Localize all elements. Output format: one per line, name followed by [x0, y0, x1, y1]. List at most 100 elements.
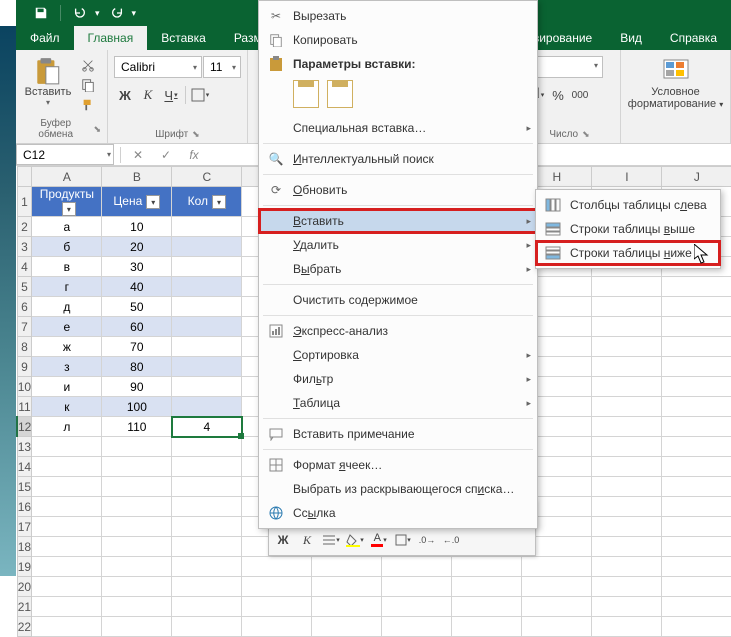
row-header[interactable]: 2 [17, 217, 32, 237]
cell[interactable] [592, 437, 662, 457]
cell[interactable] [172, 317, 242, 337]
cell[interactable] [662, 357, 731, 377]
cell[interactable]: ж [32, 337, 102, 357]
ctx-delete[interactable]: Удалить▸ [259, 233, 537, 257]
cell[interactable] [242, 557, 312, 577]
cell[interactable] [592, 337, 662, 357]
tab-insert[interactable]: Вставка [147, 26, 220, 50]
cell[interactable] [662, 477, 731, 497]
cell[interactable] [592, 357, 662, 377]
cell[interactable] [592, 417, 662, 437]
table-header-cell[interactable]: Цена▾ [102, 187, 172, 217]
cell[interactable] [592, 377, 662, 397]
cell[interactable]: 60 [102, 317, 172, 337]
cell[interactable] [592, 517, 662, 537]
cell[interactable] [662, 497, 731, 517]
col-header[interactable]: J [662, 167, 731, 187]
row-header[interactable]: 15 [17, 477, 32, 497]
cell[interactable] [242, 597, 312, 617]
mini-border-button[interactable]: ▾ [392, 530, 414, 550]
cell[interactable] [32, 517, 102, 537]
sub-rows-above[interactable]: Строки таблицы выше [536, 217, 720, 241]
filter-dropdown-icon[interactable]: ▾ [212, 195, 226, 209]
cell[interactable]: 30 [102, 257, 172, 277]
mini-font-color-button[interactable]: A▾ [368, 530, 390, 550]
paste-option-default[interactable] [293, 80, 319, 108]
cell[interactable] [592, 537, 662, 557]
cell[interactable]: 70 [102, 337, 172, 357]
cell[interactable] [172, 597, 242, 617]
cell[interactable] [662, 397, 731, 417]
cell[interactable] [662, 577, 731, 597]
ctx-link[interactable]: Ссылка [259, 501, 537, 525]
cell[interactable] [102, 617, 172, 637]
cell[interactable] [172, 277, 242, 297]
cell[interactable]: з [32, 357, 102, 377]
cell[interactable] [172, 537, 242, 557]
cell[interactable]: 110 [102, 417, 172, 437]
cell[interactable] [32, 497, 102, 517]
cell[interactable] [102, 477, 172, 497]
cell[interactable]: 80 [102, 357, 172, 377]
cell[interactable]: 100 [102, 397, 172, 417]
row-header[interactable]: 13 [17, 437, 32, 457]
cell[interactable] [592, 297, 662, 317]
row-header[interactable]: 8 [17, 337, 32, 357]
font-size-select[interactable]: 11 [203, 56, 241, 78]
cell[interactable] [382, 617, 452, 637]
row-header[interactable]: 4 [17, 257, 32, 277]
ctx-filter[interactable]: Фильтр▸ [259, 367, 537, 391]
fill-handle[interactable] [238, 433, 244, 439]
cell[interactable] [382, 557, 452, 577]
cell[interactable]: л [32, 417, 102, 437]
ctx-clear[interactable]: Очистить содержимое [259, 288, 537, 312]
font-launcher-icon[interactable]: ⬊ [192, 129, 200, 140]
cell[interactable] [32, 457, 102, 477]
ctx-sort[interactable]: Сортировка▸ [259, 343, 537, 367]
cell[interactable] [172, 357, 242, 377]
redo-button[interactable] [104, 2, 130, 24]
cell[interactable] [592, 617, 662, 637]
row-header[interactable]: 3 [17, 237, 32, 257]
cell[interactable] [592, 397, 662, 417]
cell[interactable] [32, 557, 102, 577]
mini-bold-button[interactable]: Ж [272, 530, 294, 550]
cell[interactable]: в [32, 257, 102, 277]
ctx-quick-analysis[interactable]: Экспресс-анализ [259, 319, 537, 343]
cell[interactable]: 10 [102, 217, 172, 237]
col-header[interactable]: I [592, 167, 662, 187]
cell[interactable] [172, 577, 242, 597]
row-header[interactable]: 11 [17, 397, 32, 417]
comma-button[interactable]: 000 [569, 84, 591, 106]
cell[interactable] [662, 377, 731, 397]
ctx-smart-lookup[interactable]: 🔍Интеллектуальный поиск [259, 147, 537, 171]
ctx-copy[interactable]: Копировать [259, 28, 537, 52]
row-header[interactable]: 9 [17, 357, 32, 377]
cell[interactable] [662, 617, 731, 637]
cell[interactable] [32, 617, 102, 637]
ctx-refresh[interactable]: ⟳Обновить [259, 178, 537, 202]
cell[interactable] [172, 517, 242, 537]
cell[interactable] [592, 597, 662, 617]
cell[interactable] [172, 297, 242, 317]
row-header[interactable]: 16 [17, 497, 32, 517]
cell[interactable]: 40 [102, 277, 172, 297]
cell[interactable] [102, 597, 172, 617]
cell[interactable] [662, 557, 731, 577]
cell[interactable] [592, 577, 662, 597]
name-box[interactable]: C12▾ [16, 144, 114, 165]
undo-button[interactable] [67, 2, 93, 24]
cell[interactable] [172, 397, 242, 417]
cell[interactable] [662, 597, 731, 617]
cell[interactable] [522, 557, 592, 577]
row-header[interactable]: 7 [17, 317, 32, 337]
row-header[interactable]: 6 [17, 297, 32, 317]
cell[interactable] [452, 577, 522, 597]
cell[interactable] [172, 217, 242, 237]
cell[interactable]: д [32, 297, 102, 317]
cell[interactable] [452, 617, 522, 637]
mini-decrease-decimal-button[interactable]: ←.0 [440, 530, 462, 550]
cell[interactable] [102, 457, 172, 477]
format-painter-icon[interactable] [78, 96, 98, 114]
cell[interactable]: б [32, 237, 102, 257]
